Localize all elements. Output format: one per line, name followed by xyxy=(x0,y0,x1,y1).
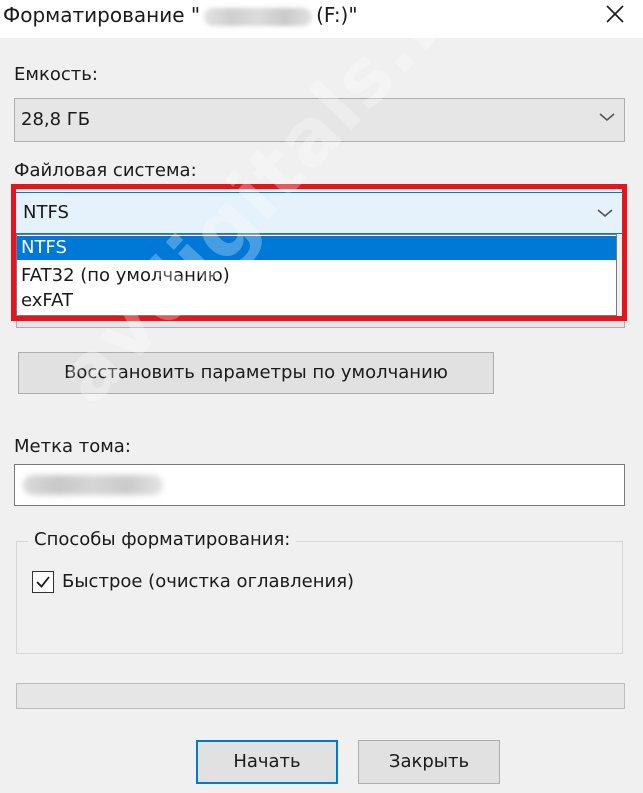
filesystem-value: NTFS xyxy=(23,202,69,223)
start-button[interactable]: Начать xyxy=(196,740,338,784)
volume-label-input[interactable] xyxy=(14,464,625,506)
capacity-label: Емкость: xyxy=(14,64,98,85)
format-progress-bar xyxy=(16,683,625,709)
filesystem-dropdown-list: NTFS FAT32 (по умолчанию) exFAT xyxy=(16,234,617,316)
filesystem-option-fat32[interactable]: FAT32 (по умолчанию) xyxy=(17,264,616,288)
capacity-select[interactable]: 28,8 ГБ xyxy=(14,98,625,142)
title-prefix: Форматирование " xyxy=(3,3,201,27)
capacity-value: 28,8 ГБ xyxy=(21,109,91,130)
chevron-down-icon xyxy=(597,209,613,218)
redacted-volume-label xyxy=(23,475,163,495)
close-button[interactable]: Закрыть xyxy=(358,740,500,784)
format-dialog: Форматирование " (F:)" Емкость: 28,8 ГБ Ф… xyxy=(0,0,643,793)
quick-format-checkbox[interactable] xyxy=(32,571,54,593)
close-window-button[interactable] xyxy=(601,0,631,30)
checkmark-icon xyxy=(36,576,50,588)
title-suffix: (F:)" xyxy=(316,3,358,27)
format-options-label: Способы форматирования: xyxy=(28,529,297,550)
format-options-group xyxy=(16,541,623,654)
filesystem-label: Файловая система: xyxy=(14,160,197,181)
restore-defaults-button[interactable]: Восстановить параметры по умолчанию xyxy=(18,352,494,394)
filesystem-next-field-edge xyxy=(16,316,625,328)
quick-format-label[interactable]: Быстрое (очистка оглавления) xyxy=(62,571,354,592)
close-icon xyxy=(606,5,624,23)
redacted-drive-name xyxy=(204,7,313,26)
title-bar: Форматирование " (F:)" xyxy=(0,0,643,38)
filesystem-select[interactable]: NTFS xyxy=(14,192,623,234)
window-title: Форматирование " (F:)" xyxy=(3,3,358,27)
filesystem-option-ntfs[interactable]: NTFS xyxy=(17,236,616,260)
filesystem-option-exfat[interactable]: exFAT xyxy=(17,289,616,313)
volume-label-label: Метка тома: xyxy=(14,436,131,457)
chevron-down-icon xyxy=(599,113,615,122)
